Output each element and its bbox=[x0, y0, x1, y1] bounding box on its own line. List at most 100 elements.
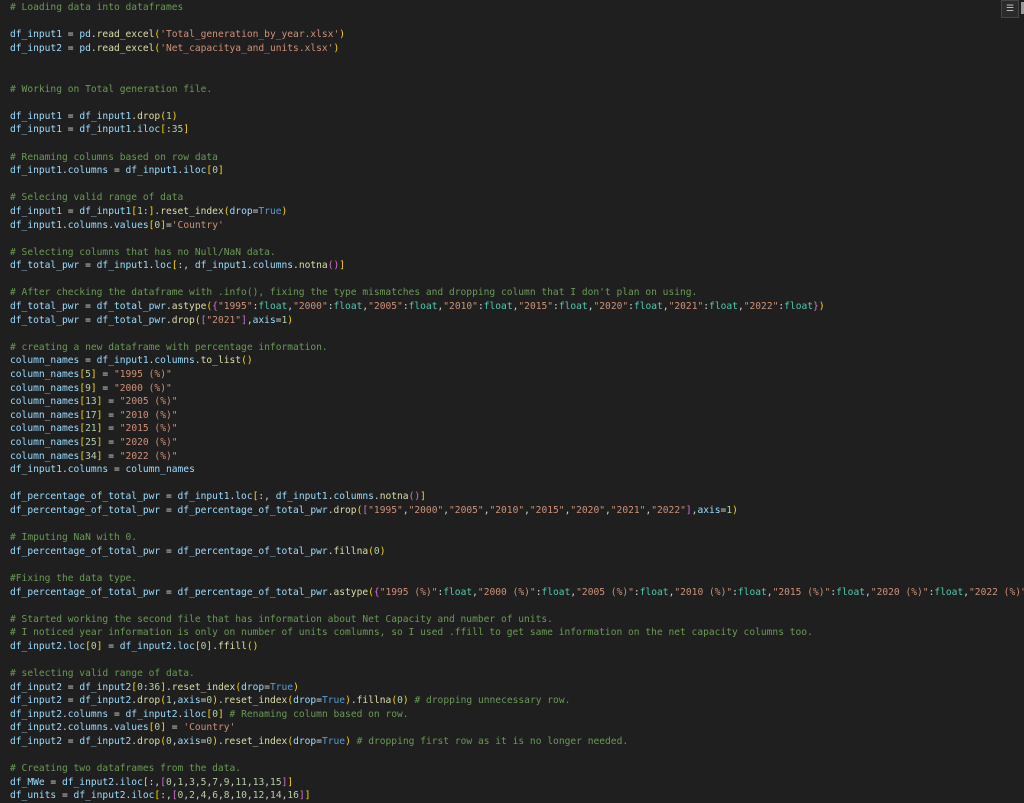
code-line[interactable] bbox=[10, 599, 1024, 613]
code-line[interactable]: column_names[21] = "2015 (%)" bbox=[10, 422, 1024, 436]
code-token: iloc bbox=[119, 776, 143, 788]
code-token: column_names bbox=[10, 396, 80, 408]
code-token: to_list bbox=[200, 355, 242, 367]
code-token: drop bbox=[137, 695, 161, 707]
code-line[interactable] bbox=[10, 69, 1024, 83]
code-line[interactable]: #Fixing the data type. bbox=[10, 572, 1024, 586]
code-token: # Creating two dataframes from the data. bbox=[10, 763, 242, 775]
code-line[interactable]: # After checking the dataframe with .inf… bbox=[10, 286, 1024, 300]
code-token: 35 bbox=[171, 124, 184, 136]
code-line[interactable] bbox=[10, 654, 1024, 668]
code-line[interactable]: df_input1.columns.values[0]='Country' bbox=[10, 219, 1024, 233]
code-line[interactable]: df_total_pwr = df_total_pwr.astype({"199… bbox=[10, 300, 1024, 314]
code-line[interactable]: # Selecting columns that has no Null/NaN… bbox=[10, 246, 1024, 260]
code-token: df_input2 bbox=[10, 695, 62, 707]
code-line[interactable]: df_input1.columns = df_input1.iloc[0] bbox=[10, 164, 1024, 178]
code-line[interactable]: df_input2.loc[0] = df_input2.loc[0].ffil… bbox=[10, 640, 1024, 654]
code-token: float bbox=[258, 301, 288, 313]
code-token: column_names bbox=[10, 409, 80, 421]
code-line[interactable]: df_input2.columns = df_input2.iloc[0] # … bbox=[10, 708, 1024, 722]
code-token: "2015 (%)" bbox=[119, 423, 178, 435]
code-line[interactable]: column_names[25] = "2020 (%)" bbox=[10, 436, 1024, 450]
code-line[interactable]: # Started working the second file that h… bbox=[10, 613, 1024, 627]
code-line[interactable]: column_names[17] = "2010 (%)" bbox=[10, 409, 1024, 423]
code-token: df_input1 bbox=[96, 355, 149, 367]
code-line[interactable]: df_percentage_of_total_pwr = df_percenta… bbox=[10, 545, 1024, 559]
code-line[interactable]: df_units = df_input2.iloc[:,[0,2,4,6,8,1… bbox=[10, 789, 1024, 803]
code-line[interactable]: column_names = df_input1.columns.to_list… bbox=[10, 354, 1024, 368]
code-line[interactable] bbox=[10, 327, 1024, 341]
code-line[interactable]: column_names[13] = "2005 (%)" bbox=[10, 395, 1024, 409]
code-token: float bbox=[443, 586, 473, 598]
code-token: df_percentage_of_total_pwr bbox=[10, 545, 161, 557]
code-token: df_input1 bbox=[10, 464, 62, 476]
code-token: # Imputing NaN with 0. bbox=[10, 532, 138, 544]
code-line[interactable]: df_input2.columns.values[0] = 'Country' bbox=[10, 721, 1024, 735]
code-token: df_units bbox=[10, 790, 57, 802]
code-line[interactable]: df_input1 = df_input1.iloc[:35] bbox=[10, 123, 1024, 137]
code-token: df_input2 bbox=[10, 722, 62, 734]
code-token: 15 bbox=[270, 776, 282, 788]
code-line[interactable] bbox=[10, 518, 1024, 532]
code-token: float bbox=[639, 586, 669, 598]
code-line[interactable] bbox=[10, 749, 1024, 763]
code-line[interactable]: df_input2 = df_input2[0:36].reset_index(… bbox=[10, 681, 1024, 695]
code-area[interactable]: # Loading data into dataframes df_input1… bbox=[10, 1, 1024, 803]
code-token: columns bbox=[67, 708, 109, 720]
code-editor[interactable]: # Loading data into dataframes df_input1… bbox=[0, 0, 1024, 803]
code-line[interactable]: column_names[34] = "2022 (%)" bbox=[10, 450, 1024, 464]
outline-icon[interactable]: ☰ bbox=[1001, 0, 1019, 18]
code-line[interactable]: df_input1 = df_input1[1:].reset_index(dr… bbox=[10, 205, 1024, 219]
code-line[interactable] bbox=[10, 55, 1024, 69]
code-line[interactable] bbox=[10, 232, 1024, 246]
code-line[interactable] bbox=[10, 273, 1024, 287]
code-line[interactable]: df_percentage_of_total_pwr = df_percenta… bbox=[10, 586, 1024, 600]
code-token: df_input2 bbox=[10, 640, 62, 652]
code-line[interactable] bbox=[10, 558, 1024, 572]
code-line[interactable]: df_percentage_of_total_pwr = df_percenta… bbox=[10, 504, 1024, 518]
code-line[interactable]: # Selecing valid range of data bbox=[10, 191, 1024, 205]
code-line[interactable]: # creating a new dataframe with percenta… bbox=[10, 341, 1024, 355]
code-token: = bbox=[102, 409, 120, 421]
code-line[interactable]: # selecting valid range of data. bbox=[10, 667, 1024, 681]
code-line[interactable]: df_input2 = pd.read_excel('Net_capacitya… bbox=[10, 42, 1024, 56]
code-token: 'Country' bbox=[183, 722, 236, 734]
code-token: float bbox=[333, 301, 363, 313]
code-line[interactable] bbox=[10, 96, 1024, 110]
code-line[interactable]: df_total_pwr = df_total_pwr.drop(["2021"… bbox=[10, 314, 1024, 328]
code-line[interactable]: df_percentage_of_total_pwr = df_input1.l… bbox=[10, 490, 1024, 504]
code-line[interactable]: # Working on Total generation file. bbox=[10, 83, 1024, 97]
code-token: "2005" bbox=[449, 504, 484, 516]
code-line[interactable]: # Renaming columns based on row data bbox=[10, 151, 1024, 165]
code-line[interactable] bbox=[10, 15, 1024, 29]
code-line[interactable] bbox=[10, 477, 1024, 491]
code-token: 34 bbox=[85, 450, 97, 462]
code-token: "2022 (%)" bbox=[969, 586, 1024, 598]
code-token: ] bbox=[420, 491, 426, 503]
code-line[interactable] bbox=[10, 137, 1024, 151]
code-token: = bbox=[61, 29, 80, 41]
code-token: values bbox=[113, 722, 149, 734]
code-line[interactable]: # Creating two dataframes from the data. bbox=[10, 762, 1024, 776]
code-token: ) bbox=[171, 110, 178, 122]
code-line[interactable]: df_input1 = df_input1.drop(1) bbox=[10, 110, 1024, 124]
code-token: "1995 (%)" bbox=[113, 369, 172, 381]
code-token: drop bbox=[171, 314, 195, 326]
code-line[interactable]: # I noticed year information is only on … bbox=[10, 626, 1024, 640]
code-line[interactable]: df_input1.columns = column_names bbox=[10, 463, 1024, 477]
code-line[interactable]: df_input2 = df_input2.drop(1,axis=0).res… bbox=[10, 694, 1024, 708]
code-token: astype bbox=[171, 301, 207, 313]
code-line[interactable]: df_input2 = df_input2.drop(0,axis=0).res… bbox=[10, 735, 1024, 749]
code-token: # Selecting columns that has no Null/NaN… bbox=[10, 246, 276, 258]
code-line[interactable] bbox=[10, 178, 1024, 192]
code-line[interactable]: column_names[9] = "2000 (%)" bbox=[10, 382, 1024, 396]
code-line[interactable]: # Imputing NaN with 0. bbox=[10, 531, 1024, 545]
code-line[interactable]: column_names[5] = "1995 (%)" bbox=[10, 368, 1024, 382]
code-token: ) bbox=[818, 301, 825, 313]
code-token: df_input1 bbox=[10, 219, 62, 231]
code-line[interactable]: df_input1 = pd.read_excel('Total_generat… bbox=[10, 28, 1024, 42]
code-token: # Renaming columns based on row data bbox=[10, 151, 218, 163]
code-line[interactable]: df_MWe = df_input2.iloc[:,[0,1,3,5,7,9,1… bbox=[10, 776, 1024, 790]
code-line[interactable]: df_total_pwr = df_input1.loc[:, df_input… bbox=[10, 259, 1024, 273]
code-line[interactable]: # Loading data into dataframes bbox=[10, 1, 1024, 15]
